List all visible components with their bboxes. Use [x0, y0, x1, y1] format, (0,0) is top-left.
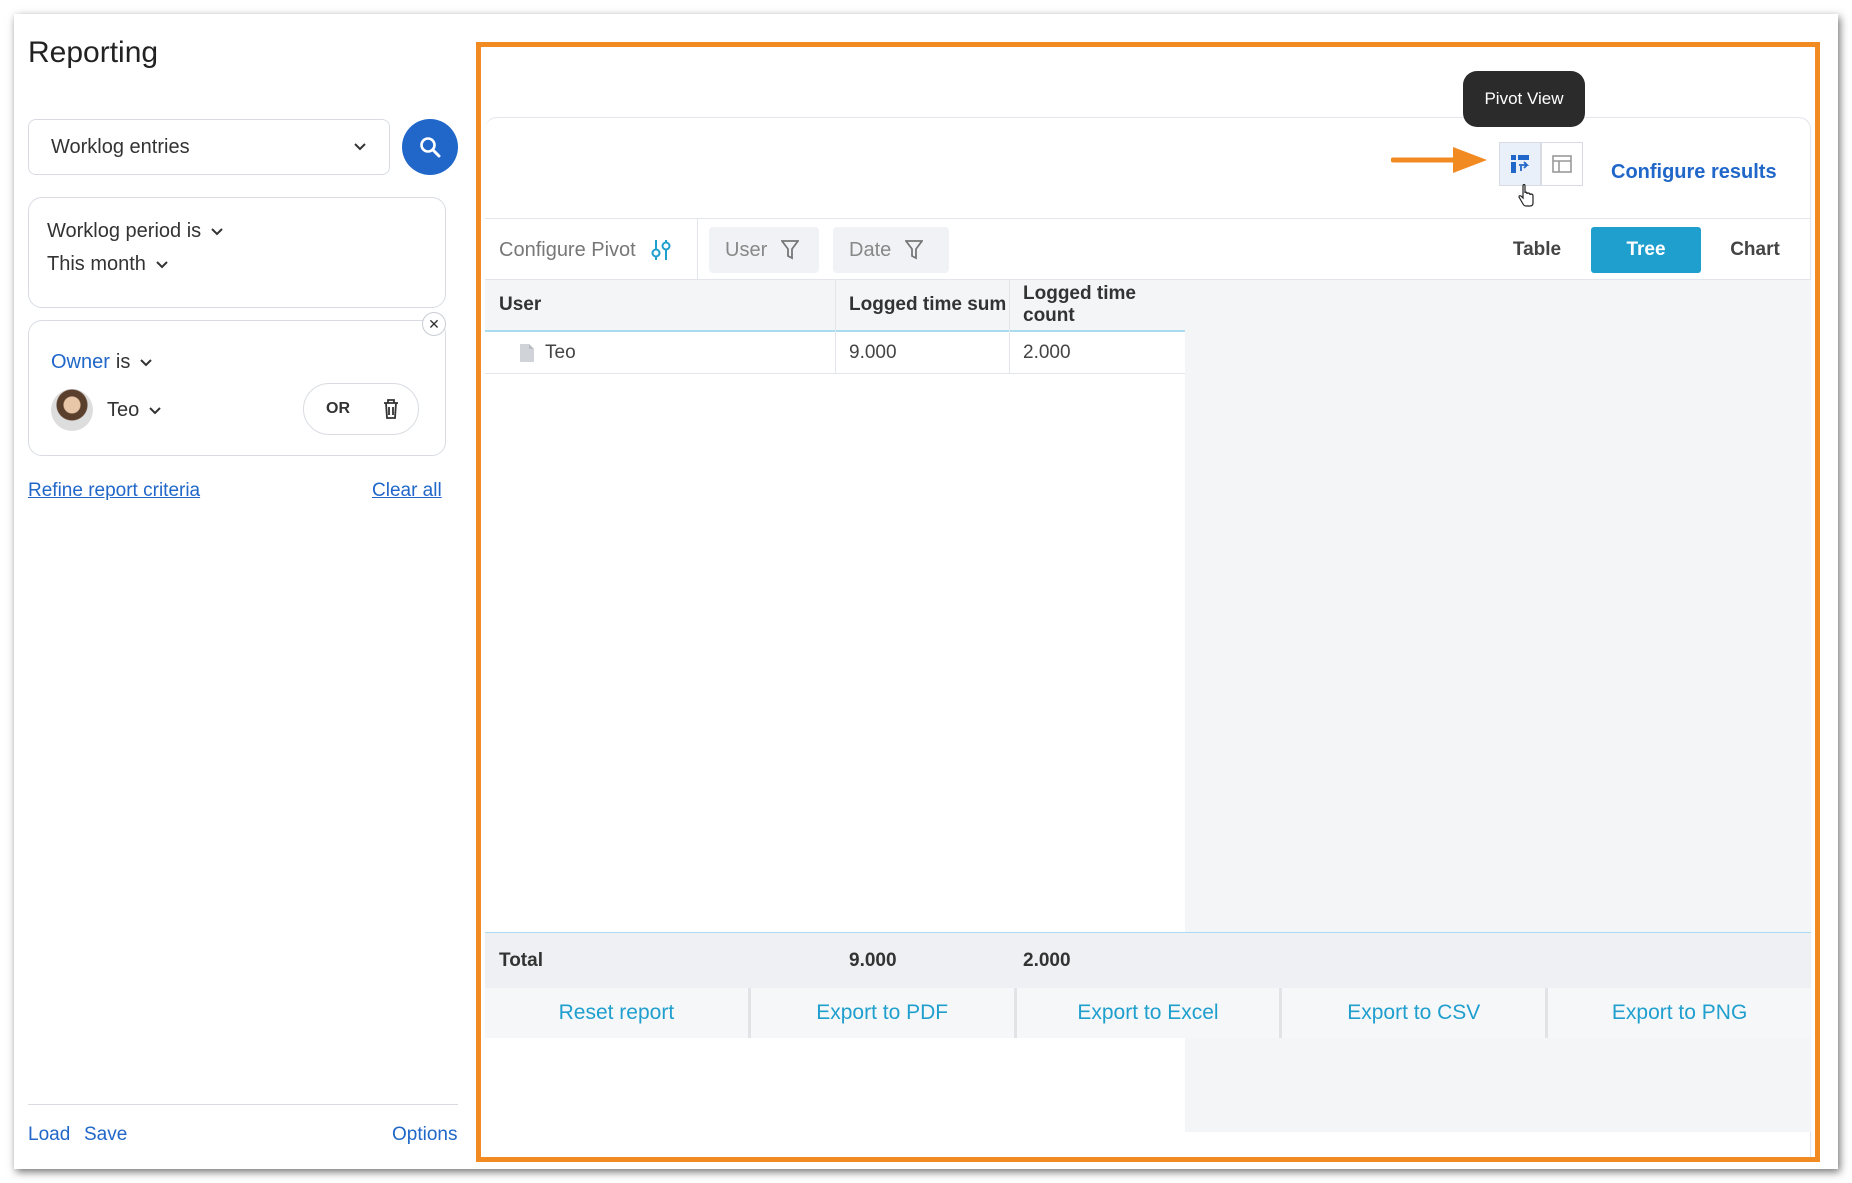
export-csv-button[interactable]: Export to CSV [1282, 988, 1549, 1038]
table-row[interactable]: Teo 9.000 2.000 [485, 332, 1185, 374]
period-filter-text: Worklog period is [47, 220, 202, 242]
column-header-count[interactable]: Logged time count [1009, 280, 1185, 330]
total-row: Total 9.000 2.000 [485, 932, 1811, 988]
date-chip-label: Date [849, 238, 892, 261]
export-pdf-button[interactable]: Export to PDF [750, 988, 1017, 1038]
reset-report-button[interactable]: Reset report [485, 988, 751, 1038]
view-toggle [1499, 142, 1583, 186]
table-view-icon [1552, 155, 1572, 173]
datasource-select[interactable]: Worklog entries [28, 119, 390, 175]
trash-icon[interactable] [382, 398, 400, 420]
search-icon [420, 137, 441, 158]
filter-icon [905, 240, 924, 260]
column-header-sum[interactable]: Logged time sum [835, 280, 1009, 330]
arrow-annotation-icon [1391, 147, 1487, 173]
results-panel: Pivot View Configure results Configure P… [476, 42, 1820, 1162]
toolbar-divider [697, 219, 698, 281]
owner-filter-label[interactable]: Owner is [51, 351, 153, 374]
load-link[interactable]: Load [28, 1124, 70, 1146]
avatar [51, 389, 93, 431]
chevron-down-icon [149, 406, 161, 414]
app-window: Reporting Worklog entries Worklog period… [14, 14, 1838, 1169]
export-excel-button[interactable]: Export to Excel [1016, 988, 1283, 1038]
tab-tree[interactable]: Tree [1591, 227, 1701, 273]
clear-all-link[interactable]: Clear all [372, 480, 442, 502]
pivot-toolbar: Configure Pivot User Date Table Tree Cha… [485, 218, 1811, 281]
chevron-down-icon [140, 358, 153, 366]
cell-user: Teo [485, 332, 835, 374]
period-value-select[interactable]: This month [47, 253, 168, 276]
chevron-down-icon [156, 260, 168, 268]
owner-user-text: Teo [107, 399, 140, 421]
total-sum: 9.000 [849, 950, 897, 971]
export-bar: Reset report Export to PDF Export to Exc… [485, 988, 1811, 1038]
user-filter-chip[interactable]: User [709, 227, 819, 273]
pivot-view-icon [1511, 155, 1530, 173]
configure-pivot-label: Configure Pivot [499, 238, 636, 261]
logic-group: OR [303, 383, 419, 435]
period-value-text: This month [47, 253, 146, 275]
chevron-down-icon [211, 227, 223, 235]
sliders-icon [651, 240, 671, 260]
cell-sum: 9.000 [849, 342, 897, 363]
owner-field-text: Owner [51, 351, 110, 373]
owner-operator-text: is [115, 351, 131, 373]
close-icon: ✕ [428, 315, 440, 332]
refine-criteria-link[interactable]: Refine report criteria [28, 480, 200, 502]
save-link[interactable]: Save [84, 1124, 127, 1146]
cell-count: 2.000 [1023, 342, 1071, 363]
total-label: Total [499, 950, 543, 971]
grid-header: User Logged time sum Logged time count [485, 280, 1811, 332]
total-count: 2.000 [1023, 950, 1071, 971]
cell-user-text: Teo [545, 342, 576, 363]
date-filter-chip[interactable]: Date [833, 227, 949, 273]
pointer-cursor-icon [1518, 184, 1534, 207]
column-header-user[interactable]: User [485, 280, 835, 330]
grid-header-blank [1185, 280, 1811, 332]
table-view-button[interactable] [1541, 142, 1583, 186]
pivot-view-button[interactable] [1499, 142, 1541, 186]
filter-icon [781, 240, 800, 260]
chevron-down-icon [354, 143, 366, 151]
options-link[interactable]: Options [392, 1124, 457, 1146]
tab-table[interactable]: Table [1485, 227, 1589, 273]
configure-results-button[interactable]: Configure results [1611, 161, 1777, 184]
datasource-value: Worklog entries [51, 135, 190, 158]
user-chip-label: User [725, 238, 768, 261]
owner-filter-card: Owner is Teo OR [28, 320, 446, 456]
tab-chart[interactable]: Chart [1703, 227, 1807, 273]
file-icon [520, 344, 534, 362]
criteria-panel: Reporting Worklog entries Worklog period… [14, 14, 484, 1169]
search-button[interactable] [402, 119, 458, 175]
pivot-view-tooltip: Pivot View [1463, 71, 1585, 127]
period-filter-card: Worklog period is This month [28, 197, 446, 308]
divider [28, 1104, 458, 1105]
remove-filter-button[interactable]: ✕ [422, 312, 446, 336]
owner-user-select[interactable]: Teo [107, 399, 161, 422]
export-png-button[interactable]: Export to PNG [1548, 988, 1811, 1038]
or-toggle[interactable]: OR [326, 400, 350, 418]
period-filter-label[interactable]: Worklog period is [47, 220, 223, 243]
page-title: Reporting [28, 36, 159, 69]
configure-pivot-button[interactable]: Configure Pivot [499, 219, 672, 281]
